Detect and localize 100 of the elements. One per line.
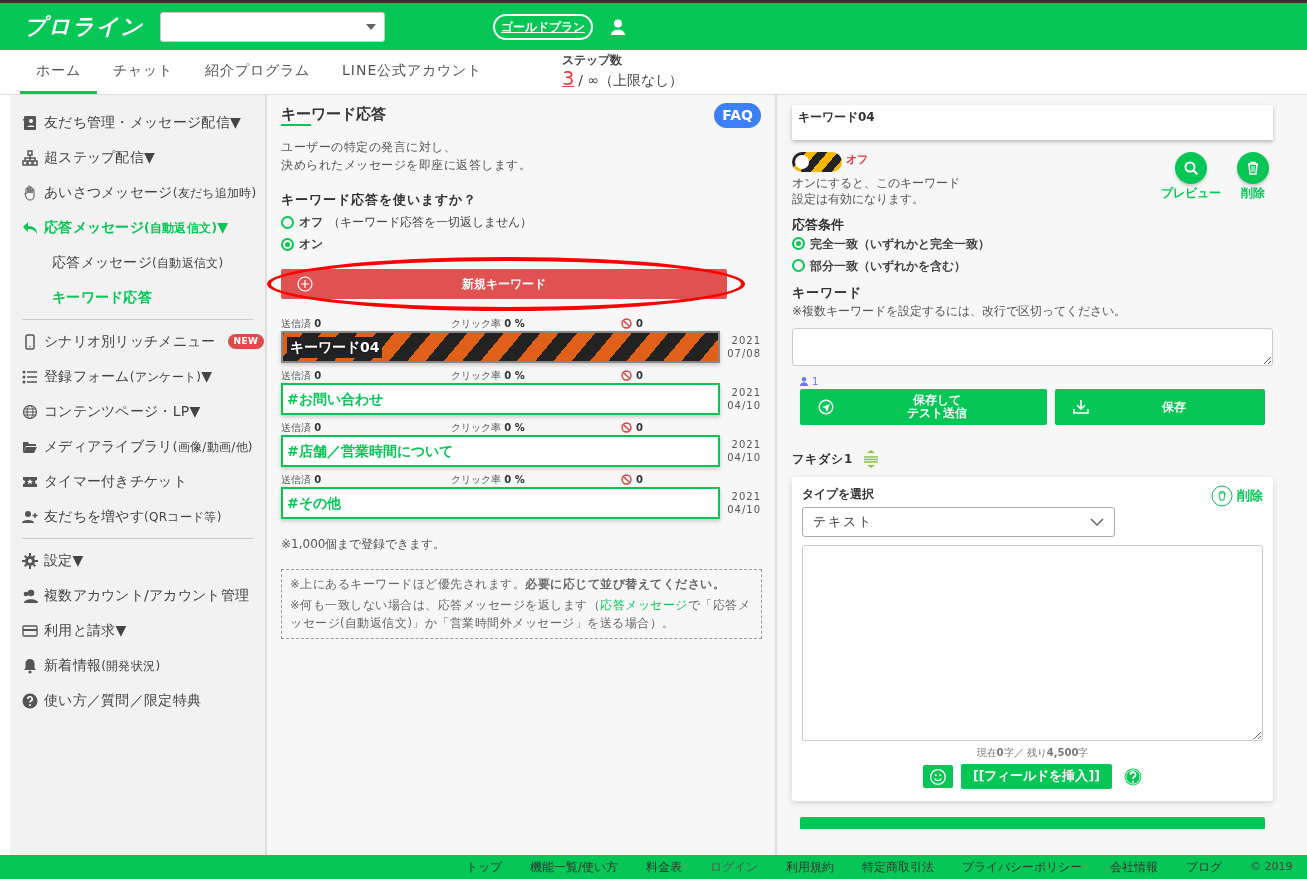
toggle-help-line: オンにすると、このキーワード <box>792 176 960 192</box>
step-count-used: 3 <box>562 68 575 90</box>
search-icon <box>1183 160 1199 176</box>
bubble-title: フキダシ1 <box>792 451 854 469</box>
radio-button[interactable] <box>281 215 294 229</box>
date-day: 04/10 <box>723 503 761 516</box>
action-button[interactable] <box>800 817 1265 830</box>
submenu-item[interactable]: 応答メッセージ(自動返信文) <box>22 245 224 280</box>
menu-item[interactable]: 利用と請求▼ <box>22 613 127 648</box>
step-count-limit: / ∞（上限なし） <box>578 72 684 89</box>
nav-tab[interactable]: 紹介プログラム <box>189 48 326 94</box>
keyword-input[interactable] <box>792 328 1273 367</box>
description-line: ユーザーの特定の発言に対し、 <box>281 138 457 156</box>
chevron-down-icon <box>1090 518 1104 527</box>
panel-title: キーワード応答 <box>281 104 386 125</box>
menu-item[interactable]: メディアライブラリ(画像/動画/他) <box>22 429 253 464</box>
toggle-label: オフ <box>846 152 868 168</box>
radio-button[interactable] <box>792 259 805 273</box>
contact-book-icon <box>22 114 38 131</box>
message-input[interactable] <box>802 545 1263 742</box>
delete-button[interactable] <box>1237 152 1269 184</box>
priority-note: ※上にあるキーワードほど優先されます。必要に応じて並び替えてください。 <box>290 576 727 593</box>
menu-item[interactable]: 新着情報(開発状況) <box>22 648 161 683</box>
click-rate: クリック率 0 % <box>451 316 526 331</box>
smiley-icon <box>929 767 948 786</box>
help-icon <box>1123 767 1142 786</box>
emoji-button[interactable] <box>923 765 954 789</box>
send-circle-icon <box>818 399 834 416</box>
menu-item[interactable]: 使い方／質問／限定特典 <box>22 683 202 718</box>
radio-button[interactable] <box>281 237 294 251</box>
footer-link[interactable]: 利用規約 <box>786 858 835 876</box>
character-counter: 現在0字／ 残り4,500字 <box>975 746 1090 761</box>
description-line: 決められたメッセージを即座に返答します。 <box>281 156 532 174</box>
click-rate: クリック率 0 % <box>451 420 526 435</box>
hierarchy-icon <box>22 149 38 166</box>
faq-button[interactable]: FAQ <box>714 103 761 128</box>
date-day: 04/10 <box>723 451 761 464</box>
type-select[interactable]: テキスト <box>802 507 1115 538</box>
click-rate: クリック率 0 % <box>451 368 526 383</box>
condition-label: 部分一致（いずれかを含む） <box>810 257 966 275</box>
type-label: タイプを選択 <box>802 486 875 504</box>
blocked-count: 0 <box>636 472 643 487</box>
footer-link[interactable]: 会社情報 <box>1110 858 1159 876</box>
sent-count: 送信済 0 <box>281 472 323 487</box>
nav-tab[interactable]: LINE公式アカウント <box>326 48 499 94</box>
click-rate: クリック率 0 % <box>451 472 526 487</box>
radio-button[interactable] <box>792 237 805 251</box>
download-icon <box>1072 399 1089 416</box>
footer-link[interactable]: 料金表 <box>646 858 683 876</box>
date-day: 07/08 <box>723 347 761 360</box>
menu-item[interactable]: あいさつメッセージ(友だち追加時) <box>22 175 257 210</box>
menu-item[interactable]: 複数アカウント/アカウント管理 <box>22 578 250 613</box>
preview-button[interactable] <box>1175 152 1207 184</box>
menu-item[interactable]: 登録フォーム(アンケート)▼ <box>22 359 213 394</box>
user-group-icon <box>22 587 38 604</box>
globe-icon <box>22 403 38 420</box>
footer-link[interactable]: ブログ <box>1186 858 1223 876</box>
sent-count: 送信済 0 <box>281 368 323 383</box>
menu-item[interactable]: 設定▼ <box>22 543 84 578</box>
block-icon <box>621 421 632 433</box>
sent-count: 送信済 0 <box>281 316 323 331</box>
toggle-switch[interactable] <box>792 152 842 172</box>
condition-label: 完全一致（いずれかと完全一致） <box>810 235 990 253</box>
menu-item[interactable]: 超ステップ配信▼ <box>22 140 156 175</box>
new-badge: NEW <box>227 333 265 350</box>
list-icon <box>22 368 38 385</box>
new-keyword-button[interactable]: 新規キーワード <box>281 269 727 299</box>
nav-tab[interactable]: チャット <box>97 48 189 94</box>
keyword-name-field[interactable]: キーワード04 <box>792 105 1273 140</box>
plus-circle-icon <box>297 276 313 292</box>
keyword-help: ※複数キーワードを設定するには、改行で区切ってください。 <box>792 303 1128 321</box>
blocked-count: 0 <box>636 368 643 383</box>
condition-title: 応答条件 <box>792 216 845 235</box>
help-icon <box>22 692 38 709</box>
copyright: © 2019 <box>1250 858 1293 875</box>
date-year: 2021 <box>730 386 761 399</box>
menu-item[interactable]: 友だち管理・メッセージ配信▼ <box>22 105 241 140</box>
keyword-title: キーワード <box>792 283 863 302</box>
trash-circle-icon <box>1211 485 1233 508</box>
menu-item[interactable]: コンテンツページ・LP▼ <box>22 394 201 429</box>
step-count-label: ステップ数 <box>562 54 624 69</box>
footer-link[interactable]: 機能一覧/使い方 <box>530 858 619 876</box>
menu-item[interactable]: 友だちを増やす(QRコード等) <box>22 499 222 534</box>
delete-label: 削除 <box>1241 185 1265 202</box>
footer-link[interactable]: トップ <box>466 858 502 876</box>
account-select[interactable] <box>160 11 385 42</box>
footer-link[interactable]: 特定商取引法 <box>862 858 935 876</box>
trash-icon <box>1245 160 1261 176</box>
footer-link[interactable]: プライバシーポリシー <box>962 858 1083 876</box>
date-year: 2021 <box>730 490 761 503</box>
keyword-item[interactable]: キーワード04 <box>281 331 720 363</box>
question: キーワード応答を使いますか？ <box>281 190 478 209</box>
credit-card-icon <box>22 622 38 639</box>
bell-icon <box>22 657 38 674</box>
menu-item[interactable]: シナリオ別リッチメニュー NEW <box>22 324 265 359</box>
menu-item[interactable]: タイマー付きチケット <box>22 464 187 499</box>
footer-link[interactable]: ログイン <box>710 858 759 876</box>
option-label: オフ <box>299 214 323 231</box>
sent-count: 送信済 0 <box>281 420 323 435</box>
date-year: 2021 <box>730 334 761 347</box>
